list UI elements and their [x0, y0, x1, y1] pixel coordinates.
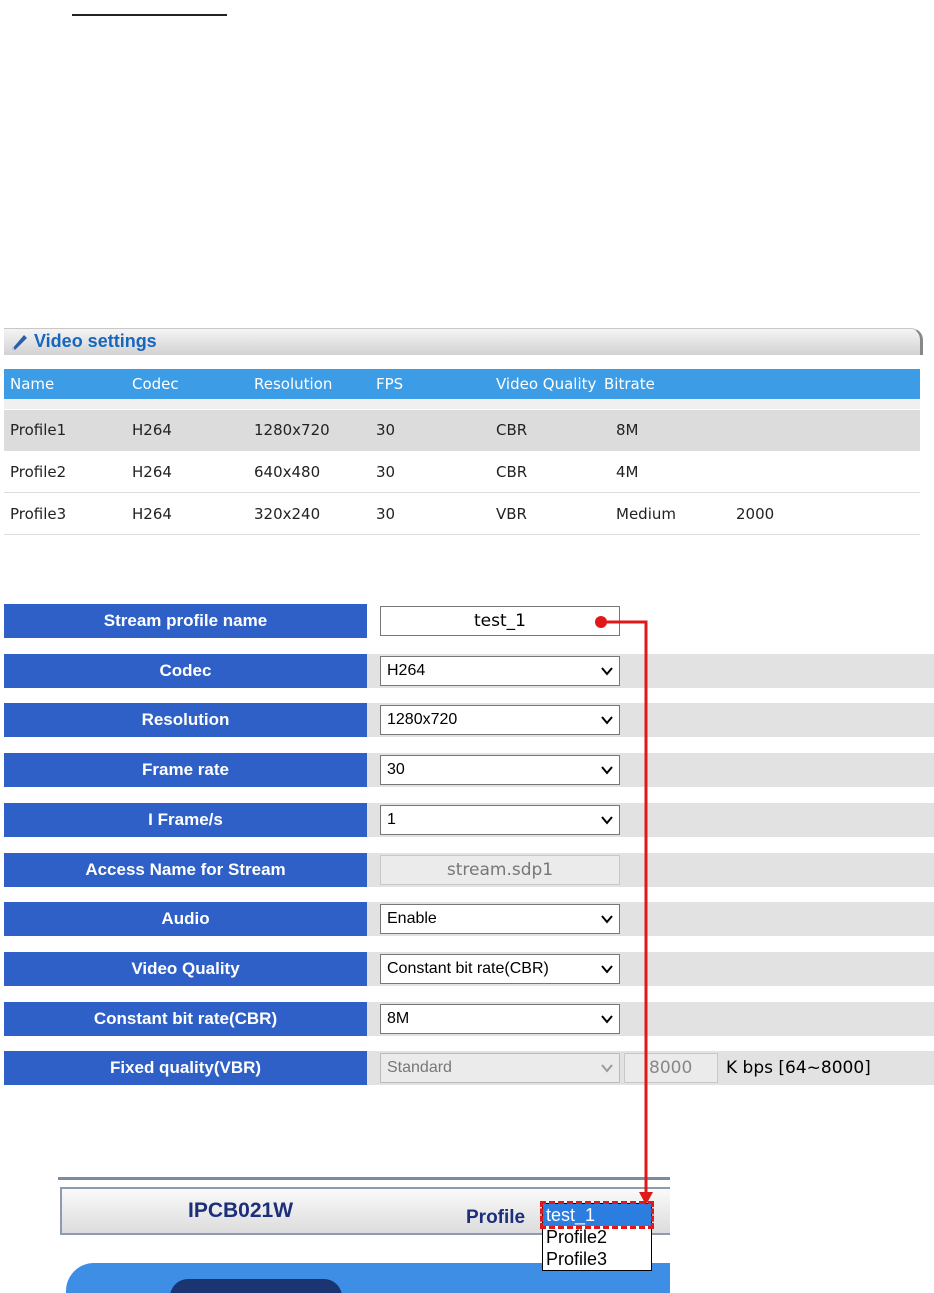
column-header-bitrate: Bitrate	[604, 375, 655, 393]
frame-rate-select-value: 30	[387, 761, 405, 778]
video-settings-title: Video settings	[34, 331, 157, 351]
cell-resolution: 1280x720	[254, 421, 330, 439]
table-row[interactable]: Profile3 H264 320x240 30 VBR Medium 2000	[4, 494, 920, 535]
video-quality-select-value: Constant bit rate(CBR)	[387, 960, 549, 977]
video-settings-header: Video settings	[4, 328, 923, 355]
cell-codec: H264	[132, 421, 172, 439]
cbr-label: Constant bit rate(CBR)	[4, 1002, 367, 1036]
connector-arrow	[595, 616, 653, 1205]
cell-resolution: 640x480	[254, 463, 321, 481]
profile-option-profile3[interactable]: Profile3	[543, 1248, 651, 1270]
table-spacer	[4, 399, 920, 409]
cell-bitrate: 8M	[616, 421, 639, 439]
i-frame-select-value: 1	[387, 811, 396, 828]
stream-profile-name-input[interactable]: test_1	[380, 606, 620, 636]
video-settings-table-header: Name Codec Resolution FPS Video Quality …	[4, 369, 920, 399]
cell-codec: H264	[132, 463, 172, 481]
codec-select[interactable]: H264	[380, 656, 620, 686]
video-quality-label: Video Quality	[4, 952, 367, 986]
i-frame-select[interactable]: 1	[380, 805, 620, 835]
cell-fps: 30	[376, 421, 396, 439]
cell-codec: H264	[132, 505, 172, 523]
chevron-down-icon	[601, 915, 613, 924]
table-row[interactable]: Profile1 H264 1280x720 30 CBR 8M	[4, 410, 920, 451]
chevron-down-icon	[601, 667, 613, 676]
audio-label: Audio	[4, 902, 367, 936]
cbr-select-value: 8M	[387, 1010, 410, 1027]
access-name-label: Access Name for Stream	[4, 853, 367, 887]
cell-name: Profile3	[10, 505, 67, 523]
cell-bitrate-value: 2000	[736, 505, 775, 523]
form-row-codec: Codec H264	[4, 654, 934, 688]
cell-video-quality: CBR	[496, 421, 528, 439]
form-row-vbr: Fixed quality(VBR) Standard 8000 K bps […	[4, 1051, 934, 1085]
column-header-fps: FPS	[376, 375, 404, 393]
form-row-cbr: Constant bit rate(CBR) 8M	[4, 1002, 934, 1036]
chevron-down-icon	[601, 716, 613, 725]
cbr-select[interactable]: 8M	[380, 1004, 620, 1034]
cell-fps: 30	[376, 505, 396, 523]
vbr-select-value: Standard	[387, 1059, 452, 1076]
chevron-down-icon	[601, 816, 613, 825]
column-header-video-quality: Video Quality	[496, 375, 597, 393]
chevron-down-icon	[601, 766, 613, 775]
cell-bitrate: Medium	[616, 505, 676, 523]
vbr-label: Fixed quality(VBR)	[4, 1051, 367, 1085]
cell-resolution: 320x240	[254, 505, 321, 523]
vbr-bitrate-input: 8000	[624, 1053, 718, 1083]
resolution-select[interactable]: 1280x720	[380, 705, 620, 735]
audio-select[interactable]: Enable	[380, 904, 620, 934]
access-name-input: stream.sdp1	[380, 855, 620, 885]
profile-label: Profile	[466, 1207, 526, 1228]
viewer-top-border	[58, 1177, 670, 1180]
form-row-video-quality: Video Quality Constant bit rate(CBR)	[4, 952, 934, 986]
column-header-codec: Codec	[132, 375, 179, 393]
top-underline-decoration	[72, 14, 227, 16]
profile-option-profile2[interactable]: Profile2	[543, 1226, 651, 1248]
chevron-down-icon	[601, 1015, 613, 1024]
codec-select-value: H264	[387, 662, 426, 679]
i-frame-label: I Frame/s	[4, 803, 367, 837]
cell-fps: 30	[376, 463, 396, 481]
frame-rate-select[interactable]: 30	[380, 755, 620, 785]
pencil-icon	[12, 335, 27, 350]
resolution-select-value: 1280x720	[387, 711, 458, 728]
codec-label: Codec	[4, 654, 367, 688]
video-quality-select[interactable]: Constant bit rate(CBR)	[380, 954, 620, 984]
camera-model-title: IPCB021W	[188, 1199, 294, 1222]
form-row-i-frame: I Frame/s 1	[4, 803, 934, 837]
table-row[interactable]: Profile2 H264 640x480 30 CBR 4M	[4, 452, 920, 493]
form-row-resolution: Resolution 1280x720	[4, 703, 934, 737]
form-row-access-name: Access Name for Stream stream.sdp1	[4, 853, 934, 887]
cell-video-quality: CBR	[496, 463, 528, 481]
cell-name: Profile2	[10, 463, 67, 481]
profile-option-test-1[interactable]: test_1	[540, 1201, 654, 1229]
vbr-bitrate-unit: K bps [64~8000]	[726, 1058, 871, 1078]
cell-bitrate: 4M	[616, 463, 639, 481]
profile-dropdown[interactable]: test_1 Profile2 Profile3	[540, 1201, 654, 1271]
resolution-label: Resolution	[4, 703, 367, 737]
form-row-frame-rate: Frame rate 30	[4, 753, 934, 787]
column-header-resolution: Resolution	[254, 375, 333, 393]
audio-select-value: Enable	[387, 910, 437, 927]
stream-profile-name-label: Stream profile name	[4, 604, 367, 638]
cell-video-quality: VBR	[496, 505, 527, 523]
frame-rate-label: Frame rate	[4, 753, 367, 787]
form-row-audio: Audio Enable	[4, 902, 934, 936]
viewer-preview: IPCB021W Profile test_1 Profile2 Profile…	[58, 1177, 670, 1293]
viewer-dark-button[interactable]	[170, 1279, 342, 1293]
form-row-stream-profile-name: Stream profile name test_1	[4, 604, 934, 638]
column-header-name: Name	[10, 375, 55, 393]
chevron-down-icon	[601, 965, 613, 974]
chevron-down-icon	[601, 1064, 613, 1073]
vbr-select: Standard	[380, 1053, 620, 1083]
cell-name: Profile1	[10, 421, 67, 439]
